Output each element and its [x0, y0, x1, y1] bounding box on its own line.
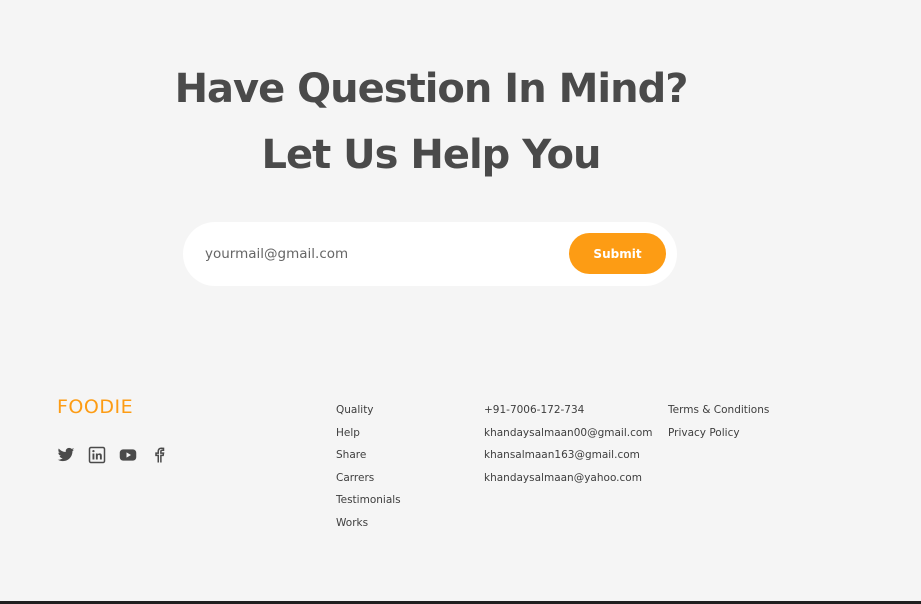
- twitter-icon[interactable]: [57, 446, 75, 464]
- footer-link-works[interactable]: Works: [336, 516, 401, 539]
- youtube-icon[interactable]: [119, 446, 137, 464]
- footer-link-share[interactable]: Share: [336, 448, 401, 471]
- contact-email[interactable]: khansalmaan163@gmail.com: [484, 448, 653, 471]
- footer-link-carrers[interactable]: Carrers: [336, 471, 401, 494]
- footer-link-testimonials[interactable]: Testimonials: [336, 493, 401, 516]
- social-links: [57, 446, 168, 464]
- contact-phone[interactable]: +91-7006-172-734: [484, 403, 653, 426]
- contact-email[interactable]: khandaysalmaan@yahoo.com: [484, 471, 653, 494]
- hero-title-line-1: Have Question In Mind?: [174, 66, 689, 112]
- footer-links-column: Quality Help Share Carrers Testimonials …: [336, 403, 401, 539]
- footer-brand-logo[interactable]: FOODIE: [57, 396, 133, 418]
- facebook-icon[interactable]: [150, 446, 168, 464]
- footer-contact-column: +91-7006-172-734 khandaysalmaan00@gmail.…: [484, 403, 653, 493]
- footer-link-privacy[interactable]: Privacy Policy: [668, 426, 769, 449]
- linkedin-icon[interactable]: [88, 446, 106, 464]
- subscribe-form: Submit: [183, 222, 677, 286]
- contact-email[interactable]: khandaysalmaan00@gmail.com: [484, 426, 653, 449]
- page: Have Question In Mind? Let Us Help You S…: [0, 0, 921, 604]
- footer-link-terms[interactable]: Terms & Conditions: [668, 403, 769, 426]
- email-input[interactable]: [205, 240, 545, 268]
- hero-title-line-2: Let Us Help You: [261, 132, 601, 178]
- submit-button[interactable]: Submit: [569, 233, 666, 274]
- footer-link-help[interactable]: Help: [336, 426, 401, 449]
- footer-legal-column: Terms & Conditions Privacy Policy: [668, 403, 769, 448]
- footer-link-quality[interactable]: Quality: [336, 403, 401, 426]
